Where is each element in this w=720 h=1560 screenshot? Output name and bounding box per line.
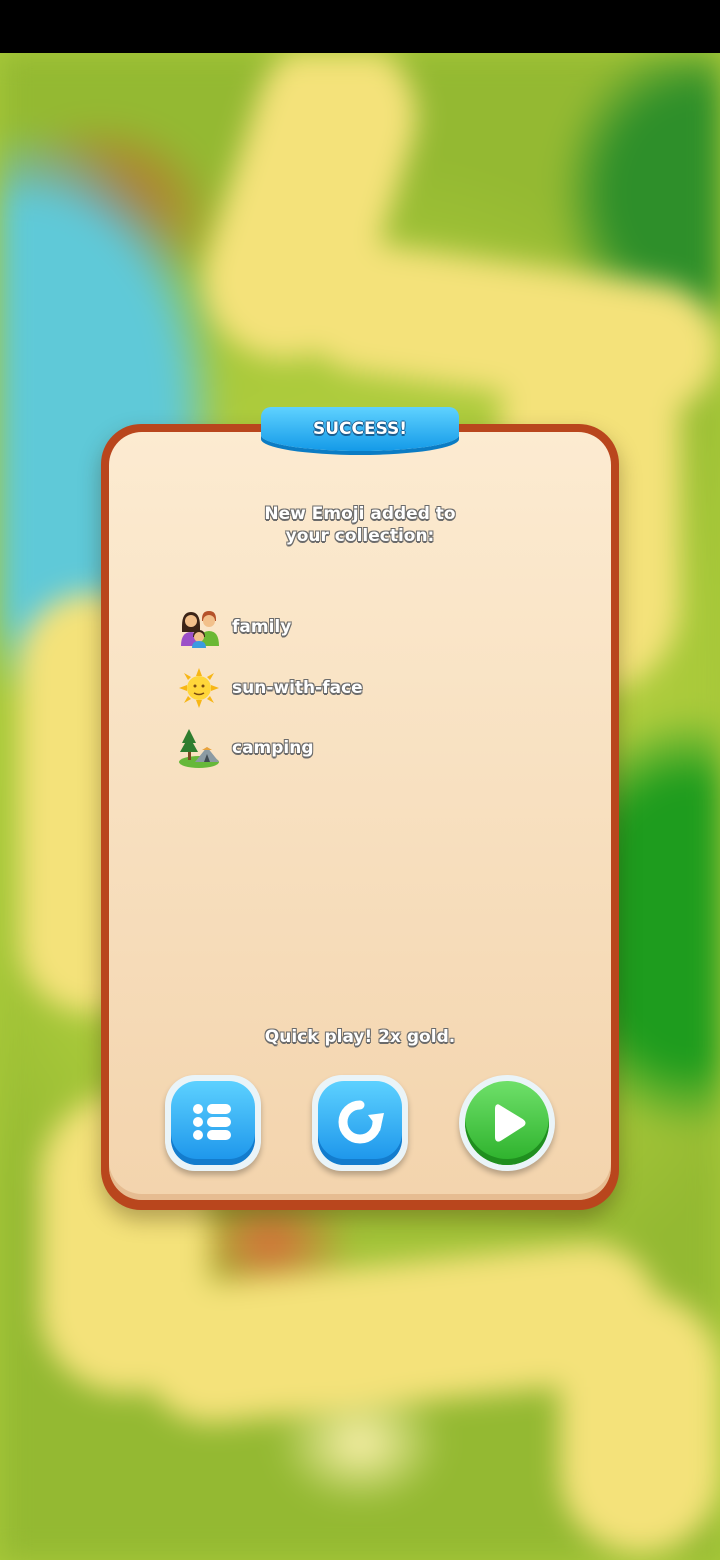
emoji-label-family: family [232, 617, 292, 637]
dialog-title: SUCCESS! [312, 419, 408, 439]
success-banner: SUCCESS! [261, 407, 459, 459]
emoji-item-camping: camping [178, 727, 314, 769]
replay-icon [338, 1100, 384, 1144]
emoji-label-sun-with-face: sun-with-face [232, 678, 363, 698]
list-icon [193, 1104, 231, 1140]
status-bar [0, 0, 720, 53]
play-icon [495, 1104, 526, 1142]
camping-emoji-icon [179, 729, 219, 768]
collection-headline: New Emoji added to your collection: [200, 503, 520, 547]
headline-line-2: your collection: [285, 526, 435, 546]
headline-line-1: New Emoji added to [264, 504, 456, 524]
play-next-button[interactable] [459, 1075, 555, 1171]
emoji-item-sun-with-face: sun-with-face [178, 667, 363, 709]
quick-play-text: Quick play! 2x gold. [264, 1027, 456, 1047]
replay-button[interactable] [312, 1075, 408, 1171]
game-screen: SUCCESS! New Emoji added to your collect… [0, 0, 720, 1560]
family-emoji-icon [181, 611, 219, 648]
emoji-label-camping: camping [232, 738, 314, 758]
level-list-button[interactable] [165, 1075, 261, 1171]
sun-with-face-emoji-icon [179, 668, 219, 708]
emoji-item-family: family [178, 606, 291, 648]
